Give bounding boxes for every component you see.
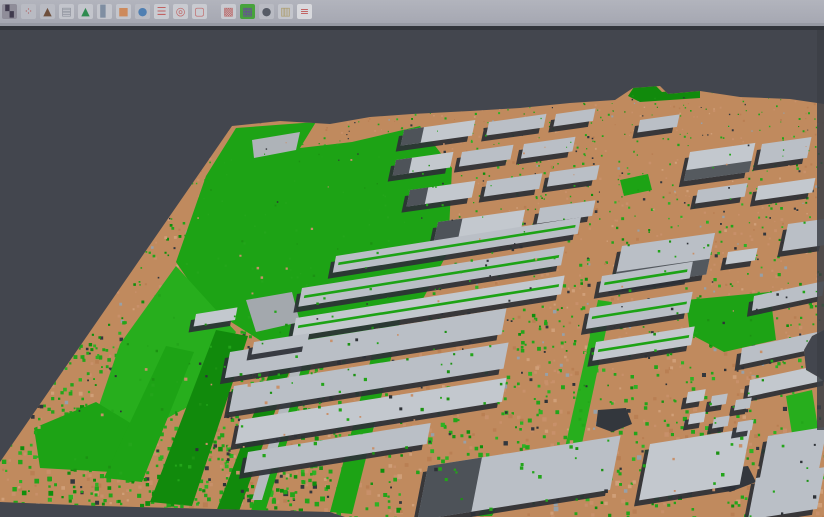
target-icon[interactable]: ◎ bbox=[173, 4, 188, 19]
layers-icon[interactable]: ≡ bbox=[297, 4, 312, 19]
grid-icon[interactable]: ▤ bbox=[59, 4, 74, 19]
sphere-icon[interactable]: ● bbox=[259, 4, 274, 19]
main-toolbar: ▚ ⁘ ▲ ▤ ▲ ▋ ■ ● ☰ ◎ ▢ ▩ ▦ ● ▥ ≡ bbox=[0, 0, 824, 23]
select-icon[interactable]: ▚ bbox=[2, 4, 17, 19]
points-icon[interactable]: ⁘ bbox=[21, 4, 36, 19]
building-icon[interactable]: ▋ bbox=[97, 4, 112, 19]
globe-icon[interactable]: ● bbox=[135, 4, 150, 19]
profile-icon[interactable]: ☰ bbox=[154, 4, 169, 19]
orthoimage-icon[interactable]: ■ bbox=[116, 4, 131, 19]
checker-icon[interactable]: ▩ bbox=[221, 4, 236, 19]
viewport-right-edge bbox=[817, 30, 824, 430]
point-cloud-scene bbox=[0, 30, 824, 517]
terrain-icon[interactable]: ▲ bbox=[40, 4, 55, 19]
extent-icon[interactable]: ▢ bbox=[192, 4, 207, 19]
hills-icon[interactable]: ▲ bbox=[78, 4, 93, 19]
viewport-3d[interactable] bbox=[0, 30, 824, 517]
toolbar-separator bbox=[211, 4, 217, 19]
classification-icon[interactable]: ▦ bbox=[240, 4, 255, 19]
measure-icon[interactable]: ▥ bbox=[278, 4, 293, 19]
